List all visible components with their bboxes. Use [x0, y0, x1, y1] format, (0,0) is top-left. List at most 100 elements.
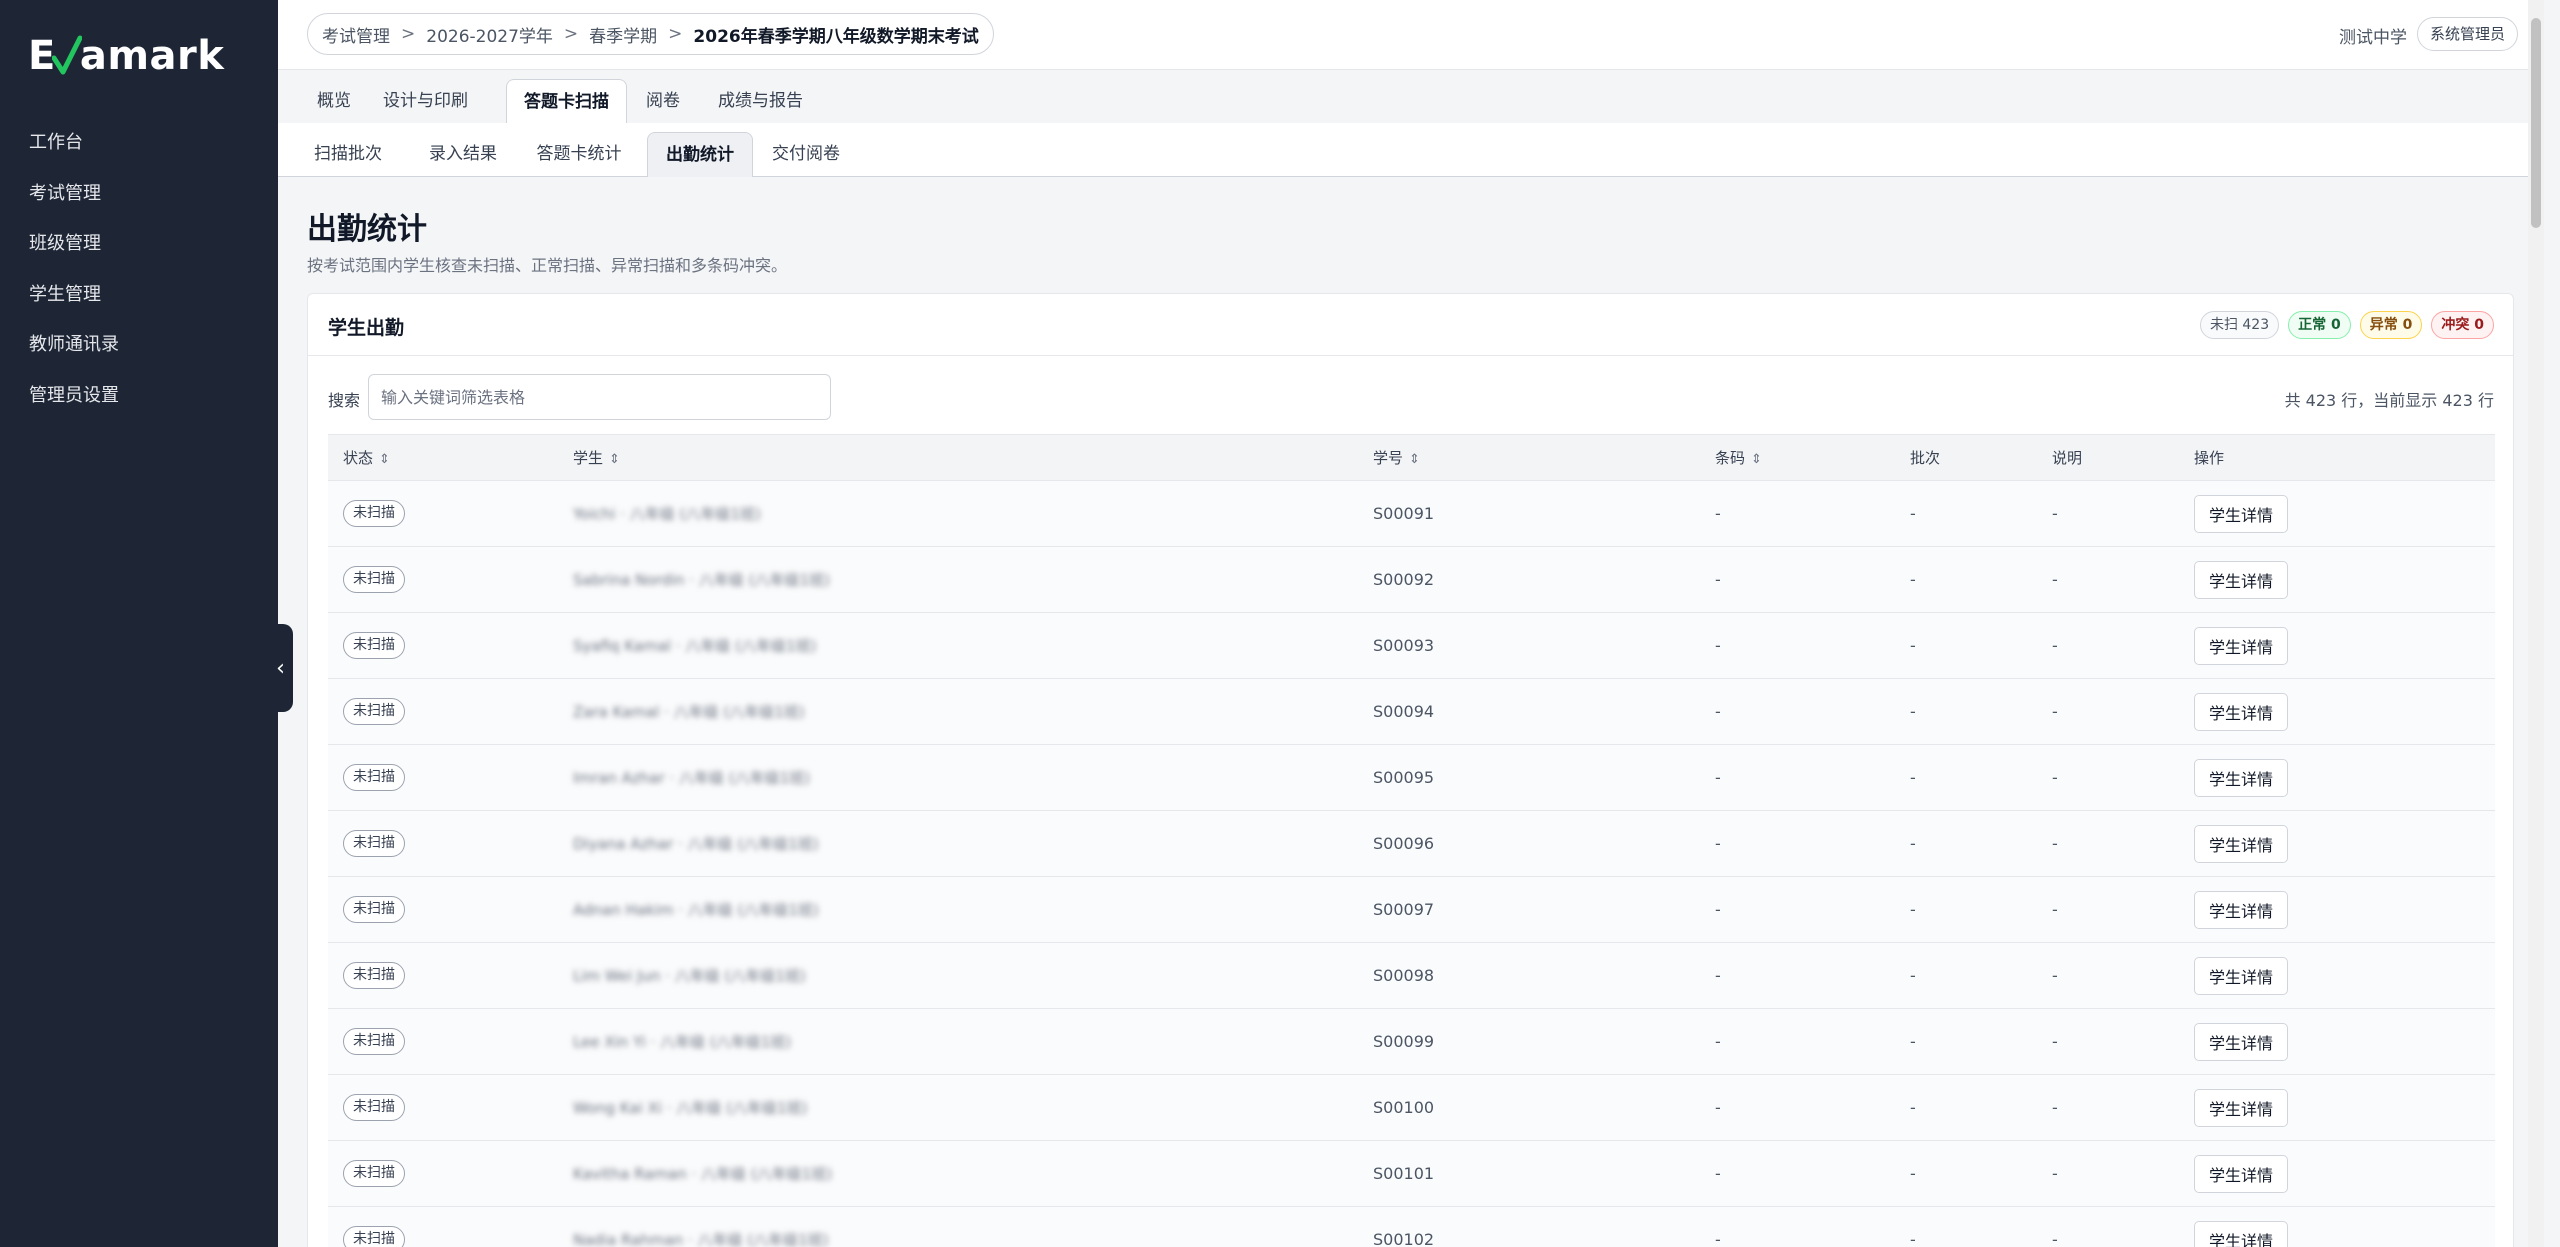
logo-checkmark-icon: [51, 35, 82, 75]
sidebar-item-admin-settings[interactable]: 管理员设置: [0, 371, 278, 422]
breadcrumb: 考试管理 > 2026-2027学年 > 春季学期 > 2026年春季学期八年级…: [307, 13, 994, 55]
student-cell: Lim Wei Jun · 八年级 (八年级1班): [558, 942, 1358, 1009]
barcode-cell: -: [1700, 678, 1895, 745]
status-badge: 未扫描: [343, 1094, 405, 1121]
tab-grading[interactable]: 阅卷: [638, 79, 688, 123]
breadcrumb-school-year[interactable]: 2026-2027学年: [426, 22, 553, 47]
tab-design-print[interactable]: 设计与印刷: [373, 79, 478, 123]
sort-icon[interactable]: ⇕: [1751, 452, 1762, 467]
status-summary: 未扫 423 正常 0 异常 0 冲突 0: [2199, 311, 2494, 339]
app-logo[interactable]: E amark: [28, 28, 224, 84]
sidebar-item-teacher-directory[interactable]: 教师通讯录: [0, 320, 278, 371]
status-cell: 未扫描: [328, 480, 558, 547]
student-cell: Zara Kamal · 八年级 (八年级1班): [558, 678, 1358, 745]
sidebar-item-workbench[interactable]: 工作台: [0, 118, 278, 169]
table-row: 未扫描 Sabrina Nordin · 八年级 (八年级1班) S00092- - -…: [328, 546, 2495, 613]
breadcrumb-exam-management[interactable]: 考试管理: [322, 22, 390, 47]
user-role-badge[interactable]: 系统管理员: [2416, 17, 2518, 51]
barcode-cell: -: [1700, 744, 1895, 811]
secondary-tabs: 扫描批次 录入结果 答题卡统计 出勤统计 交付阅卷: [278, 123, 2544, 177]
student-cell: Diyana Azhar · 八年级 (八年级1班): [558, 810, 1358, 877]
chevron-left-icon: ‹: [276, 655, 285, 681]
student-detail-button[interactable]: 学生详情: [2194, 626, 2289, 665]
note-cell: -: [2037, 810, 2179, 877]
subtab-scan-batches[interactable]: 扫描批次: [307, 132, 389, 177]
note-cell: -: [2037, 612, 2179, 679]
tab-answer-sheet-scan[interactable]: 答题卡扫描: [506, 79, 627, 123]
student-name: Diyana Azhar · 八年级 (八年级1班): [573, 835, 819, 853]
student-detail-button[interactable]: 学生详情: [2194, 692, 2289, 731]
subtab-entry-results[interactable]: 录入结果: [422, 132, 504, 177]
student-number-cell: S00100: [1358, 1074, 1700, 1141]
student-cell: Yoichi · 八年级 (八年级1班): [558, 480, 1358, 547]
status-cell: 未扫描: [328, 810, 558, 877]
note-cell: -: [2037, 744, 2179, 811]
status-badge: 未扫描: [343, 830, 405, 857]
table-row: 未扫描 Syafiq Kamal · 八年级 (八年级1班) S00093- - - 学生…: [328, 612, 2495, 679]
sidebar-item-class-management[interactable]: 班级管理: [0, 219, 278, 270]
student-name: Wong Kai Xi · 八年级 (八年级1班): [573, 1099, 808, 1117]
student-cell: Sabrina Nordin · 八年级 (八年级1班): [558, 546, 1358, 613]
action-cell: 学生详情: [2179, 612, 2495, 679]
attendance-table-wrapper: 状态 ⇕ 学生 ⇕ 学号 ⇕ 条码 ⇕ 批次 说明 操作 未扫描 Yoichi · 八年级…: [328, 434, 2495, 1247]
note-cell: -: [2037, 1008, 2179, 1075]
batch-cell: -: [1895, 1074, 2037, 1141]
tab-scores-reports[interactable]: 成绩与报告: [708, 79, 813, 123]
card-header: 学生出勤 未扫 423 正常 0 异常 0 冲突 0: [308, 294, 2513, 356]
student-name: Zara Kamal · 八年级 (八年级1班): [573, 703, 805, 721]
barcode-cell: -: [1700, 1140, 1895, 1207]
barcode-cell: -: [1700, 942, 1895, 1009]
sort-icon[interactable]: ⇕: [609, 452, 620, 467]
subtab-deliver-grading[interactable]: 交付阅卷: [765, 132, 847, 177]
student-detail-button[interactable]: 学生详情: [2194, 1022, 2289, 1061]
student-name: Syafiq Kamal · 八年级 (八年级1班): [573, 637, 817, 655]
sidebar-item-exam-management[interactable]: 考试管理: [0, 169, 278, 220]
student-number-cell: S00096: [1358, 810, 1700, 877]
breadcrumb-separator: >: [401, 24, 416, 44]
subtab-sheet-statistics[interactable]: 答题卡统计: [529, 132, 629, 177]
status-cell: 未扫描: [328, 744, 558, 811]
status-badge: 未扫描: [343, 1028, 405, 1055]
column-header-action: 操作: [2179, 434, 2495, 481]
barcode-cell: -: [1700, 1206, 1895, 1247]
search-input[interactable]: [368, 374, 831, 420]
student-detail-button[interactable]: 学生详情: [2194, 560, 2289, 599]
attendance-card: 学生出勤 未扫 423 正常 0 异常 0 冲突 0 搜索 共 423 行，当前…: [307, 293, 2514, 1247]
batch-cell: -: [1895, 876, 2037, 943]
attendance-table: 状态 ⇕ 学生 ⇕ 学号 ⇕ 条码 ⇕ 批次 说明 操作 未扫描 Yoichi · 八年级…: [328, 434, 2495, 1247]
scrollbar-thumb[interactable]: [2531, 18, 2541, 228]
student-detail-button[interactable]: 学生详情: [2194, 758, 2289, 797]
column-header-batch: 批次: [1895, 434, 2037, 481]
student-name: Kavitha Raman · 八年级 (八年级1班): [573, 1165, 833, 1183]
breadcrumb-semester[interactable]: 春季学期: [589, 22, 657, 47]
batch-cell: -: [1895, 810, 2037, 877]
main-content: 考试管理 > 2026-2027学年 > 春季学期 > 2026年春季学期八年级…: [278, 0, 2544, 1247]
sidebar-collapse-button[interactable]: ‹: [268, 624, 293, 712]
subtab-attendance-statistics[interactable]: 出勤统计: [647, 132, 753, 177]
column-header-barcode[interactable]: 条码 ⇕: [1700, 434, 1895, 481]
barcode-cell: -: [1700, 1074, 1895, 1141]
row-count: 共 423 行，当前显示 423 行: [2284, 391, 2494, 410]
student-detail-button[interactable]: 学生详情: [2194, 956, 2289, 995]
column-header-status[interactable]: 状态 ⇕: [328, 434, 558, 481]
column-header-number[interactable]: 学号 ⇕: [1358, 434, 1700, 481]
normal-count-badge: 正常 0: [2288, 311, 2351, 339]
student-detail-button[interactable]: 学生详情: [2194, 494, 2289, 533]
student-detail-button[interactable]: 学生详情: [2194, 890, 2289, 929]
abnormal-count-badge: 异常 0: [2359, 311, 2423, 339]
barcode-cell: -: [1700, 612, 1895, 679]
column-label-student: 学生: [573, 449, 604, 467]
sidebar-item-student-management[interactable]: 学生管理: [0, 270, 278, 321]
student-detail-button[interactable]: 学生详情: [2194, 1220, 2289, 1247]
student-name: Yoichi · 八年级 (八年级1班): [573, 505, 761, 523]
page-subtitle: 按考试范围内学生核查未扫描、正常扫描、异常扫描和多条码冲突。: [307, 256, 788, 275]
student-detail-button[interactable]: 学生详情: [2194, 1088, 2289, 1127]
tab-overview[interactable]: 概览: [307, 79, 361, 123]
column-header-student[interactable]: 学生 ⇕: [558, 434, 1358, 481]
page-scrollbar[interactable]: [2528, 0, 2544, 1247]
sort-icon[interactable]: ⇕: [1409, 452, 1420, 467]
student-detail-button[interactable]: 学生详情: [2194, 1154, 2289, 1193]
student-detail-button[interactable]: 学生详情: [2194, 824, 2289, 863]
student-cell: Wong Kai Xi · 八年级 (八年级1班): [558, 1074, 1358, 1141]
sort-icon[interactable]: ⇕: [379, 452, 390, 467]
